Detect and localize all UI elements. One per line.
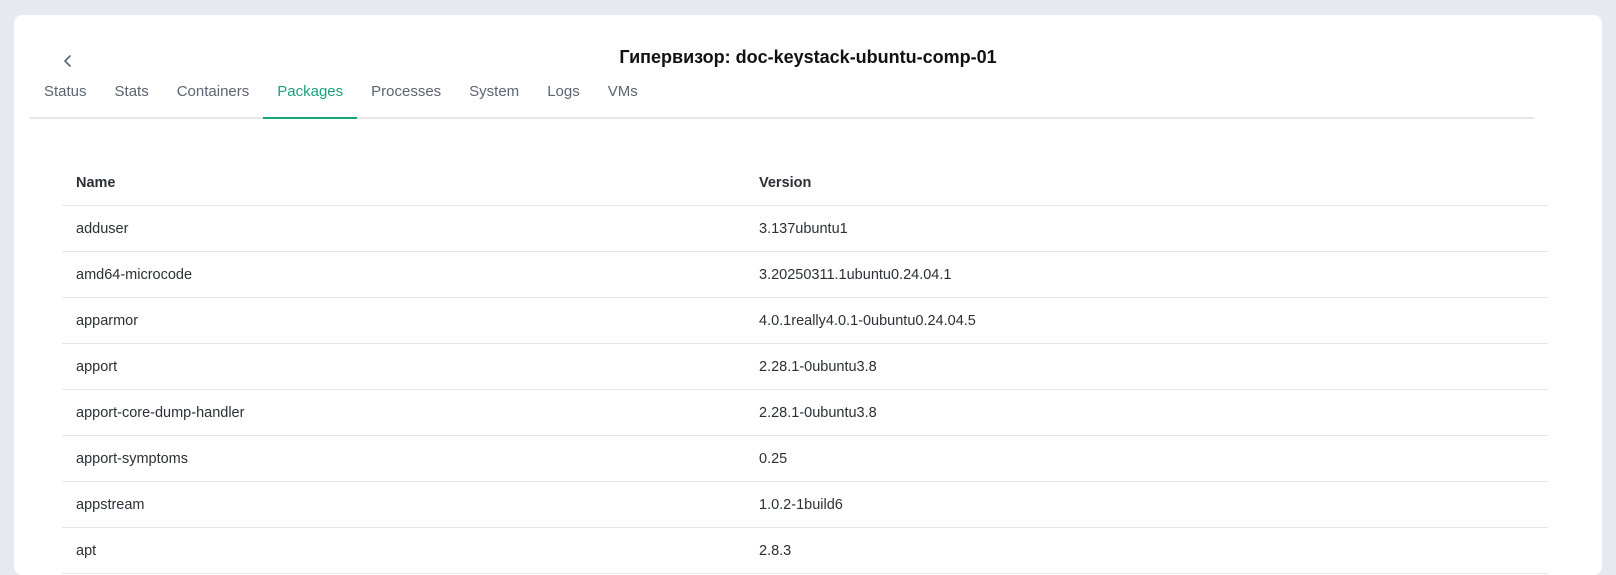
table-row[interactable]: adduser 3.137ubuntu1: [62, 206, 1548, 252]
package-version: 3.137ubuntu1: [759, 220, 848, 237]
table-row[interactable]: appstream 1.0.2-1build6: [62, 482, 1548, 528]
main-panel: Гипервизор: doc-keystack-ubuntu-comp-01 …: [14, 15, 1602, 575]
column-header-name[interactable]: Name: [62, 175, 759, 191]
package-name: adduser: [76, 220, 129, 237]
tab-stats[interactable]: Stats: [101, 77, 163, 117]
tab-packages[interactable]: Packages: [263, 77, 358, 119]
package-version: 3.20250311.1ubuntu0.24.04.1: [759, 266, 952, 283]
tab-logs[interactable]: Logs: [533, 77, 594, 117]
package-version: 2.28.1-0ubuntu3.8: [759, 358, 877, 375]
package-version: 0.25: [759, 450, 788, 467]
table-row[interactable]: apport 2.28.1-0ubuntu3.8: [62, 344, 1548, 390]
package-name: amd64-microcode: [76, 266, 193, 283]
table-row[interactable]: apt 2.8.3: [62, 528, 1548, 574]
package-version: 1.0.2-1build6: [759, 496, 843, 513]
package-name: apport-symptoms: [76, 450, 189, 467]
package-name: apport-core-dump-handler: [76, 404, 245, 421]
table-row[interactable]: apparmor 4.0.1really4.0.1-0ubuntu0.24.04…: [62, 298, 1548, 344]
package-name: appstream: [76, 496, 145, 513]
package-name: apparmor: [76, 312, 139, 329]
tab-processes[interactable]: Processes: [357, 77, 455, 117]
package-version: 2.28.1-0ubuntu3.8: [759, 404, 877, 421]
table-row[interactable]: apport-symptoms 0.25: [62, 436, 1548, 482]
tab-containers[interactable]: Containers: [163, 77, 264, 117]
package-name: apt: [76, 542, 97, 559]
tab-vms[interactable]: VMs: [594, 77, 652, 117]
packages-table: Name Version adduser 3.137ubuntu1 amd64-…: [62, 161, 1548, 574]
tab-bar: Status Stats Containers Packages Process…: [30, 77, 1534, 119]
package-name: apport: [76, 358, 118, 375]
column-header-version[interactable]: Version: [759, 175, 1548, 191]
table-row[interactable]: apport-core-dump-handler 2.28.1-0ubuntu3…: [62, 390, 1548, 436]
table-header-row: Name Version: [62, 161, 1548, 206]
package-version: 2.8.3: [759, 542, 792, 559]
tab-status[interactable]: Status: [30, 77, 101, 117]
tab-system[interactable]: System: [455, 77, 533, 117]
table-row[interactable]: amd64-microcode 3.20250311.1ubuntu0.24.0…: [62, 252, 1548, 298]
page-title: Гипервизор: doc-keystack-ubuntu-comp-01: [619, 47, 997, 67]
package-version: 4.0.1really4.0.1-0ubuntu0.24.04.5: [759, 312, 976, 329]
